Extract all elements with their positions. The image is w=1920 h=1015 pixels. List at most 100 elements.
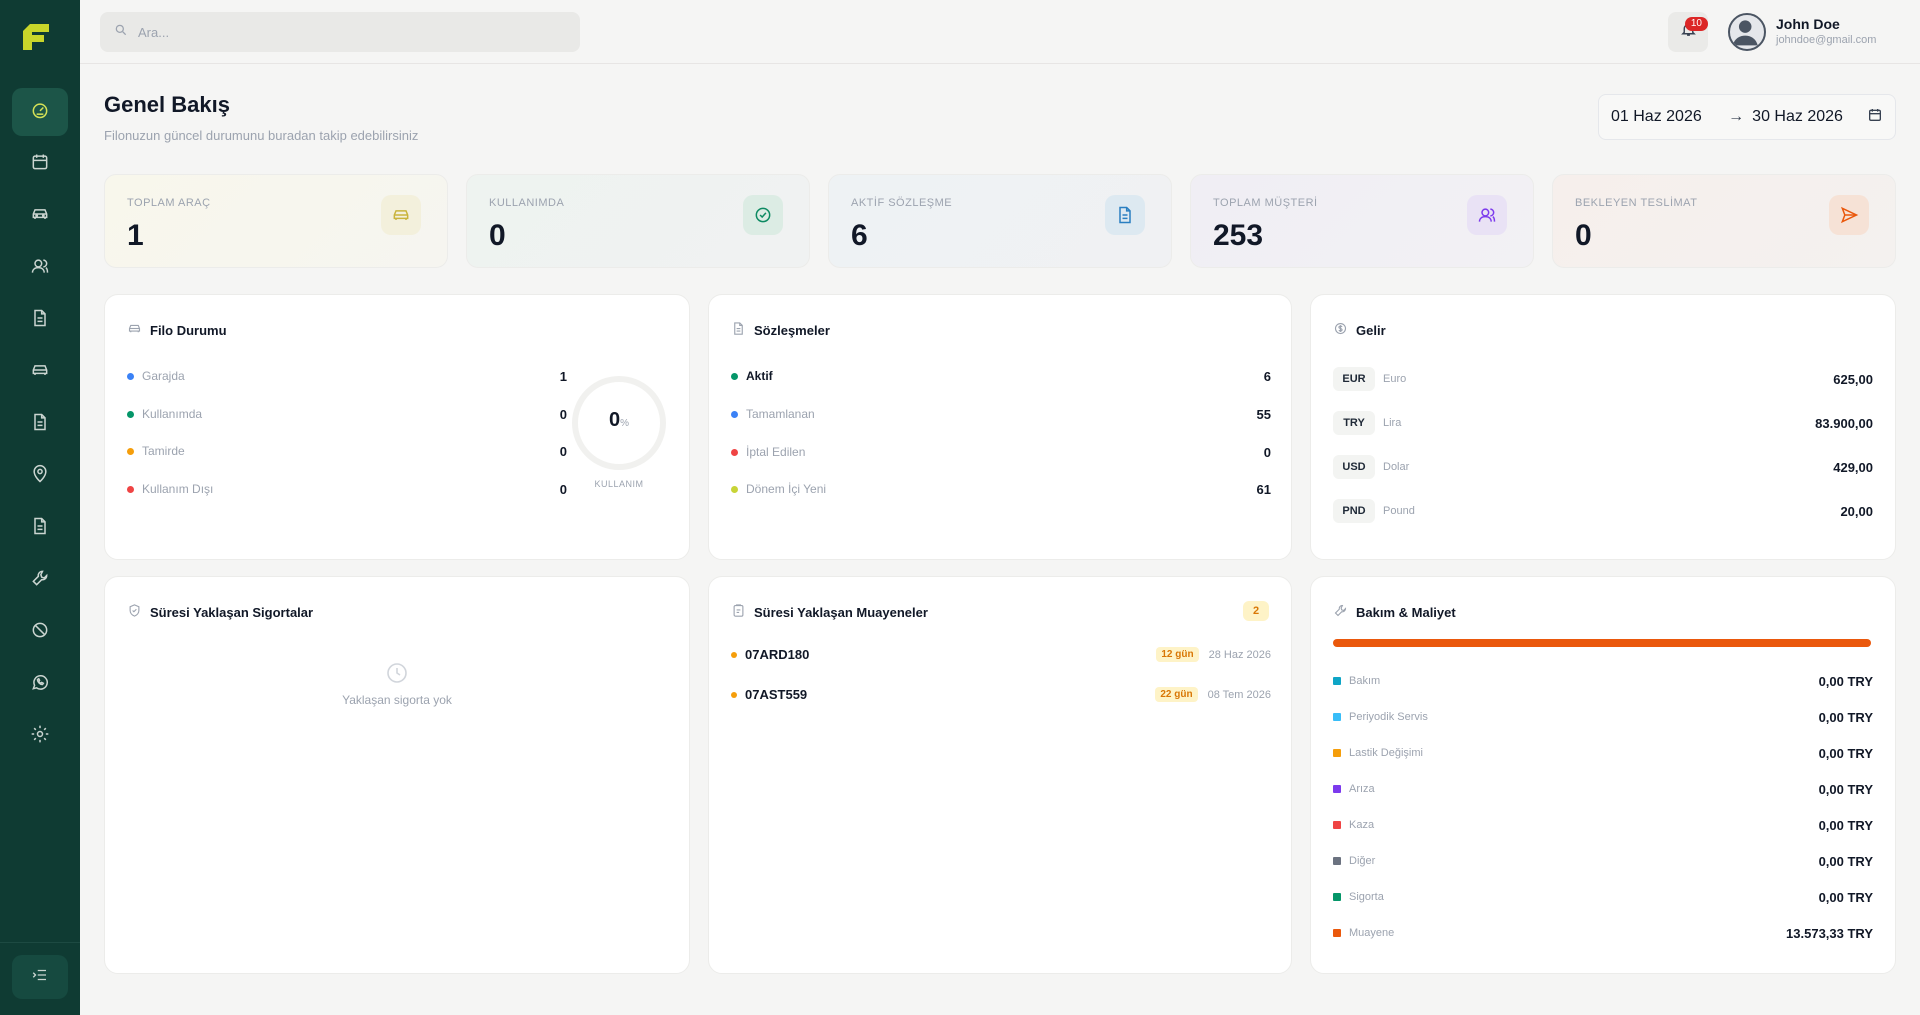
contract-row-value: 6 <box>1263 368 1271 384</box>
document-icon <box>731 321 746 339</box>
fleet-row-value: 0 <box>559 443 567 459</box>
contracts-panel: Sözleşmeler Aktif 6 Tamamlanan 55 İptal … <box>708 294 1292 560</box>
calendar-icon[interactable] <box>1867 107 1883 128</box>
whatsapp-icon <box>30 672 50 697</box>
status-dot <box>127 485 134 493</box>
cost-row: Arıza 0,00 TRY <box>1333 781 1873 797</box>
stat-label: AKTİF SÖZLEŞME <box>851 197 953 209</box>
date-range-picker[interactable]: 01 Haz 2026 → 30 Haz 2026 <box>1598 94 1896 140</box>
nav-whatsapp[interactable] <box>12 660 68 708</box>
stat-card-total-customers[interactable]: TOPLAM MÜŞTERİ 253 <box>1190 174 1534 268</box>
currency-value: 429,00 <box>1833 459 1873 475</box>
nav-settings[interactable] <box>12 712 68 760</box>
contract-row[interactable]: Dönem İçi Yeni 61 <box>731 481 1271 497</box>
inspections-panel: Süresi Yaklaşan Muayeneler 2 07ARD180 12… <box>708 576 1292 974</box>
inspections-count-badge: 2 <box>1243 601 1269 621</box>
contracts-title: Sözleşmeler <box>754 322 830 338</box>
fleet-row-label: Kullanım Dışı <box>142 482 214 496</box>
cost-value: 13.573,33 TRY <box>1786 925 1873 941</box>
fleet-row: Tamirde 0 <box>127 443 567 459</box>
fleet-row-label: Garajda <box>142 369 185 383</box>
fleet-row-value: 0 <box>559 481 567 497</box>
search-box[interactable] <box>100 12 580 52</box>
contract-row[interactable]: İptal Edilen 0 <box>731 445 1271 460</box>
nav-contracts[interactable] <box>12 296 68 344</box>
currency-code: TRY <box>1333 411 1375 435</box>
calendar-icon <box>30 152 50 177</box>
nav-cars[interactable] <box>12 348 68 396</box>
cost-value: 0,00 TRY <box>1818 853 1873 869</box>
nav-blacklist[interactable] <box>12 608 68 656</box>
gauge-unit: % <box>620 418 630 429</box>
stat-value: 0 <box>1575 219 1592 252</box>
usage-gauge: 0% <box>569 373 669 473</box>
nav-calendar[interactable] <box>12 140 68 188</box>
document-icon <box>30 412 50 437</box>
cost-label: Periyodik Servis <box>1349 711 1428 723</box>
currency-value: 83.900,00 <box>1815 415 1873 431</box>
inspection-date: 28 Haz 2026 <box>1208 648 1271 661</box>
fleet-row-value: 1 <box>559 368 567 384</box>
user-email: johndoe@gmail.com <box>1776 34 1877 46</box>
stat-card-total-vehicles[interactable]: TOPLAM ARAÇ 1 <box>104 174 448 268</box>
date-to[interactable]: 30 Haz 2026 <box>1752 108 1867 126</box>
stat-value: 0 <box>489 219 506 252</box>
stat-card-active-contracts[interactable]: AKTİF SÖZLEŞME 6 <box>828 174 1172 268</box>
contract-row[interactable]: Aktif 6 <box>731 368 1271 384</box>
cost-row: Kaza 0,00 TRY <box>1333 818 1873 833</box>
insurance-title: Süresi Yaklaşan Sigortalar <box>150 604 314 620</box>
cost-label: Muayene <box>1349 927 1395 939</box>
cost-distribution-bar <box>1333 639 1871 647</box>
contract-row-label: Dönem İçi Yeni <box>746 482 827 496</box>
arrow-right-icon: → <box>1728 108 1745 125</box>
car-icon <box>127 321 142 339</box>
inspection-row[interactable]: 07ARD180 12 gün 28 Haz 2026 <box>731 647 1271 662</box>
notifications-button[interactable]: 10 <box>1668 12 1708 52</box>
nav-maintenance[interactable] <box>12 556 68 604</box>
notification-count-badge: 10 <box>1684 17 1708 31</box>
nav-dashboard[interactable] <box>12 88 68 136</box>
nav-customers[interactable] <box>12 244 68 292</box>
nav-reports[interactable] <box>12 504 68 552</box>
cost-value: 0,00 TRY <box>1818 745 1873 761</box>
nav-locations[interactable] <box>12 452 68 500</box>
cost-value: 0,00 TRY <box>1818 709 1873 725</box>
avatar[interactable] <box>1728 13 1766 51</box>
stat-label: TOPLAM ARAÇ <box>127 197 211 209</box>
cost-row: Diğer 0,00 TRY <box>1333 853 1873 869</box>
status-dot <box>731 410 738 418</box>
stat-card-in-use[interactable]: KULLANIMDA 0 <box>466 174 810 268</box>
inspection-date: 08 Tem 2026 <box>1207 688 1271 701</box>
date-from[interactable]: 01 Haz 2026 <box>1611 108 1718 126</box>
vehicle-plate[interactable]: 07AST559 <box>745 687 807 702</box>
cost-label: Arıza <box>1349 783 1375 795</box>
contract-row-value: 61 <box>1256 481 1271 497</box>
nav-documents[interactable] <box>12 400 68 448</box>
nav-vehicles[interactable] <box>12 192 68 240</box>
cost-row: Bakım 0,00 TRY <box>1333 674 1873 689</box>
stat-card-pending-deliveries[interactable]: BEKLEYEN TESLİMAT 0 <box>1552 174 1896 268</box>
collapse-sidebar-button[interactable] <box>12 955 68 999</box>
currency-code: USD <box>1333 455 1375 479</box>
cost-value: 0,00 TRY <box>1818 781 1873 797</box>
sidebar <box>0 0 80 1015</box>
legend-swatch <box>1333 677 1341 685</box>
user-name[interactable]: John Doe <box>1776 16 1840 32</box>
gauge-value: 0 <box>608 409 621 431</box>
stat-label: TOPLAM MÜŞTERİ <box>1213 197 1318 209</box>
contract-row[interactable]: Tamamlanan 55 <box>731 407 1271 422</box>
currency-value: 625,00 <box>1833 371 1873 387</box>
app-logo[interactable] <box>20 20 52 52</box>
status-dot <box>127 447 134 455</box>
status-dot <box>731 691 737 698</box>
map-pin-icon <box>30 464 50 489</box>
cost-row: Sigorta 0,00 TRY <box>1333 890 1873 905</box>
fleet-row: Kullanımda 0 <box>127 407 567 422</box>
cost-row: Periyodik Servis 0,00 TRY <box>1333 709 1873 725</box>
search-input[interactable] <box>138 24 538 40</box>
vehicle-plate[interactable]: 07ARD180 <box>745 647 809 662</box>
document-icon <box>1105 195 1145 235</box>
users-icon <box>30 256 50 281</box>
inspection-row[interactable]: 07AST559 22 gün 08 Tem 2026 <box>731 687 1271 702</box>
search-icon <box>114 23 128 42</box>
